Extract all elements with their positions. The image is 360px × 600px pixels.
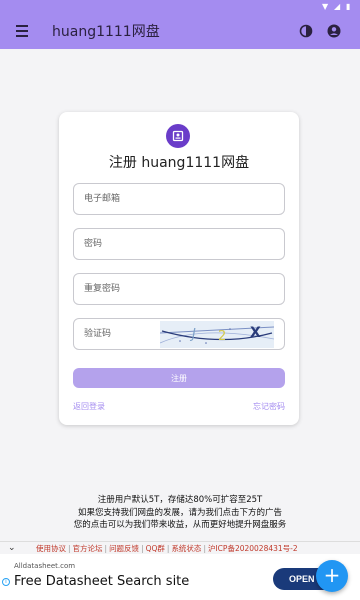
status-bar: ▼ ◢ ▮ bbox=[0, 0, 360, 13]
captcha-field[interactable]: J 2 X bbox=[73, 318, 285, 350]
forgot-password-link[interactable]: 忘记密码 bbox=[253, 401, 285, 412]
plus-icon: + bbox=[323, 563, 341, 587]
app-bar: huang1111网盘 bbox=[0, 13, 360, 49]
footer-link-status[interactable]: 系统状态 bbox=[171, 544, 201, 553]
notice-line-2: 如果您支持我们网盘的发展，请为我们点击下方的广告 bbox=[77, 507, 282, 518]
notice-line-3: 您的点击可以为我们带来收益，从而更好地提升网盘服务 bbox=[73, 520, 287, 530]
footer-separator: | bbox=[104, 544, 108, 553]
notice-line-1: 注册用户默认5T，存储达80%可扩容至25T bbox=[97, 495, 263, 505]
email-input[interactable] bbox=[74, 184, 284, 214]
signal-icon: ◢ bbox=[334, 1, 341, 11]
ad-banner[interactable]: i Alldatasheet.com Free Datasheet Search… bbox=[0, 554, 360, 600]
repeat-password-input[interactable] bbox=[74, 274, 284, 304]
captcha-input[interactable] bbox=[74, 319, 169, 349]
footer-separator: | bbox=[203, 544, 206, 553]
back-to-login-link[interactable]: 返回登录 bbox=[73, 401, 105, 412]
cloud-drive-logo-icon bbox=[166, 124, 190, 148]
notice-text: 注册用户默认5T，存储达80%可扩容至25T 如果您支持我们网盘的发展，请为我们… bbox=[0, 494, 360, 532]
footer-separator: | bbox=[68, 544, 71, 553]
ad-headline[interactable]: Free Datasheet Search site bbox=[14, 574, 189, 589]
repeat-password-field[interactable] bbox=[73, 273, 285, 305]
footer-links-bar: ⌄ 使用协议 | 官方论坛 | 问题反馈 | QQ群 | 系统状态 | 沪ICP备202002843… bbox=[0, 541, 360, 554]
hamburger-menu-icon[interactable] bbox=[12, 17, 40, 45]
register-card: 注册 huang1111网盘 J 2 X 注册 返回登录 忘记密码 bbox=[59, 112, 299, 425]
theme-toggle-icon[interactable] bbox=[292, 17, 320, 45]
footer-link-feedback[interactable]: 问题反馈 bbox=[109, 544, 139, 553]
register-button[interactable]: 注册 bbox=[73, 368, 285, 388]
wifi-icon: ▼ bbox=[322, 1, 329, 11]
ad-domain: Alldatasheet.com bbox=[14, 562, 76, 570]
footer-link-forum[interactable]: 官方论坛 bbox=[73, 544, 103, 553]
password-field[interactable] bbox=[73, 228, 285, 260]
password-input[interactable] bbox=[74, 229, 284, 259]
app-title: huang1111网盘 bbox=[52, 24, 160, 40]
svg-text:2: 2 bbox=[218, 329, 226, 344]
footer-separator: | bbox=[141, 544, 144, 553]
footer-link-qq-group[interactable]: QQ群 bbox=[146, 544, 165, 553]
footer-link-terms[interactable]: 使用协议 bbox=[36, 544, 66, 553]
footer-separator: | bbox=[166, 544, 170, 553]
add-fab-button[interactable]: + bbox=[316, 560, 348, 592]
svg-text:X: X bbox=[250, 325, 261, 341]
register-title: 注册 huang1111网盘 bbox=[108, 155, 250, 171]
captcha-image[interactable]: J 2 X bbox=[160, 321, 274, 348]
battery-icon: ▮ bbox=[346, 1, 351, 11]
account-circle-icon[interactable] bbox=[320, 17, 348, 45]
email-field[interactable] bbox=[73, 183, 285, 215]
ad-info-icon[interactable]: i bbox=[2, 578, 10, 586]
footer-link-icp[interactable]: 沪ICP备2020028431号-2 bbox=[208, 544, 298, 553]
